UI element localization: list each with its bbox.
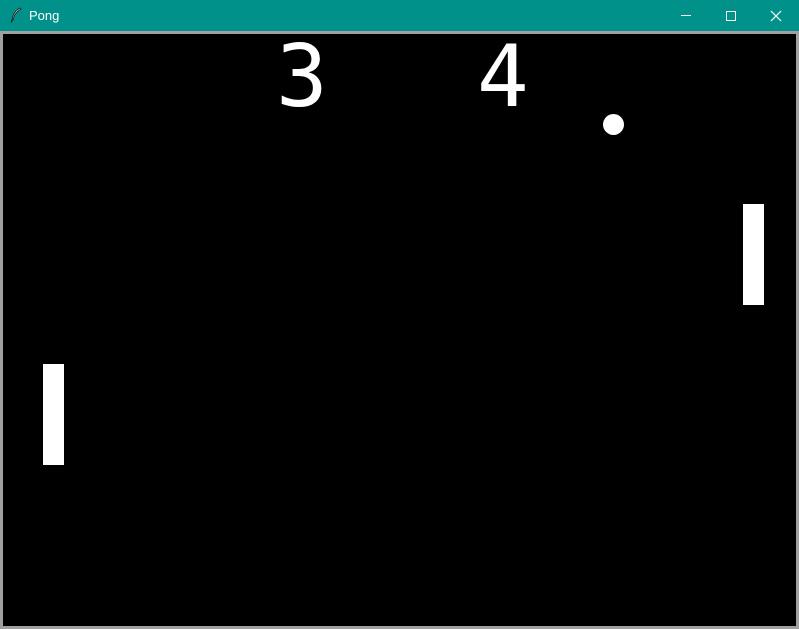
minimize-button[interactable] bbox=[663, 0, 709, 31]
close-button[interactable] bbox=[753, 0, 799, 31]
right-paddle bbox=[743, 204, 764, 305]
close-icon bbox=[770, 10, 782, 22]
game-window: Pong 3 4 bbox=[0, 0, 799, 629]
game-canvas[interactable]: 3 4 bbox=[3, 34, 796, 626]
maximize-button[interactable] bbox=[708, 0, 754, 31]
left-paddle bbox=[43, 364, 64, 465]
ball bbox=[603, 114, 624, 135]
feather-icon bbox=[9, 7, 23, 23]
minimize-icon bbox=[681, 15, 691, 16]
left-player-score: 3 bbox=[276, 34, 328, 127]
right-player-score: 4 bbox=[477, 34, 529, 127]
title-bar[interactable]: Pong bbox=[0, 0, 799, 31]
window-title: Pong bbox=[29, 8, 60, 23]
maximize-icon bbox=[726, 11, 736, 21]
